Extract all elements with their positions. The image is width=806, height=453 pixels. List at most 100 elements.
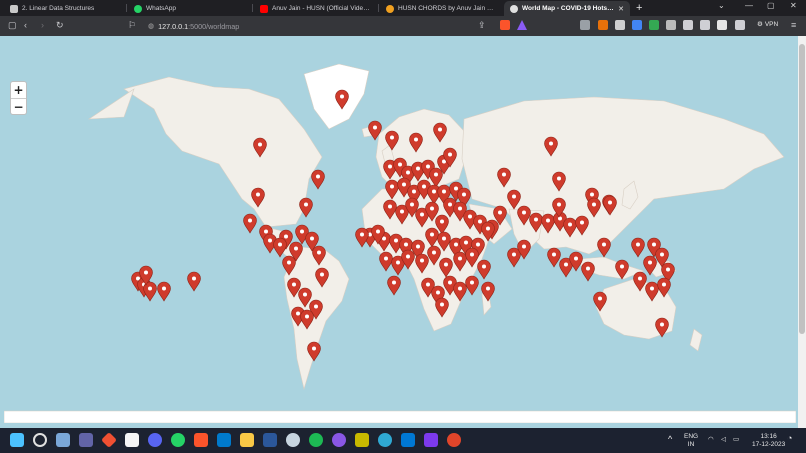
hotspot-marker[interactable] [453,281,467,302]
brave-shields-icon[interactable] [500,20,510,30]
hotspot-marker[interactable] [645,281,659,302]
battery-icon[interactable]: ▭ [733,436,739,444]
hotspot-marker[interactable] [507,189,521,210]
hotspot-marker[interactable] [335,89,349,110]
brave-icon[interactable] [194,433,208,447]
hotspot-marker[interactable] [631,237,645,258]
hotspot-marker[interactable] [282,255,296,276]
hotspot-marker[interactable] [633,271,647,292]
hotspot-marker[interactable] [587,197,601,218]
close-window-button[interactable]: ✕ [790,1,797,10]
new-tab-button[interactable]: + [636,2,642,14]
minimize-button[interactable]: — [745,1,753,10]
scrollbar[interactable] [798,36,806,428]
reload-icon[interactable]: ↻ [56,20,64,30]
share-icon[interactable]: ⇪ [478,20,486,30]
tray-chevron-icon[interactable]: ^ [668,435,672,444]
address-bar[interactable]: ◍ 127.0.0.1:5000/worldmap [142,19,526,33]
discord-icon[interactable] [148,433,162,447]
hotspot-marker[interactable] [311,169,325,190]
tab-whatsapp[interactable]: WhatsApp [128,1,250,16]
site-info-icon[interactable]: ◍ [148,22,154,30]
sidebar-icon[interactable] [717,20,727,30]
hotspot-marker[interactable] [439,257,453,278]
hotspot-marker[interactable] [425,227,439,248]
extension-icon[interactable] [580,20,590,30]
hotspot-marker[interactable] [465,247,479,268]
wifi-icon[interactable]: ◠ [708,436,714,444]
tab-husn-chords[interactable]: HUSN CHORDS by Anuv Jain @ Ultim [380,1,502,16]
hotspot-marker[interactable] [157,281,171,302]
hotspot-marker[interactable] [575,215,589,236]
notion-icon[interactable] [125,433,139,447]
extension-icon[interactable] [632,20,642,30]
zoom-out-button[interactable]: − [11,98,26,114]
settings-icon[interactable] [56,433,70,447]
zoom-in-button[interactable]: + [11,82,26,98]
menu-icon[interactable]: ≡ [791,20,796,30]
github-icon[interactable] [332,433,346,447]
hotspot-marker[interactable] [453,251,467,272]
git-icon[interactable] [101,432,117,448]
hotspot-marker[interactable] [547,247,561,268]
music-icon[interactable] [683,20,693,30]
wallet-icon[interactable] [735,20,745,30]
forward-icon[interactable]: › [41,20,44,30]
hotspot-marker[interactable] [409,132,423,153]
hotspot-marker[interactable] [187,271,201,292]
back-icon[interactable]: ‹ [24,20,27,30]
clock[interactable]: 13:16 17-12-2023 [752,433,785,448]
windows-icon[interactable] [10,433,24,447]
app-icon[interactable] [447,433,461,447]
vscode-icon[interactable] [217,433,231,447]
hotspot-marker[interactable] [655,317,669,338]
hotspot-marker[interactable] [465,275,479,296]
hotspot-marker[interactable] [433,122,447,143]
hotspot-marker[interactable] [251,187,265,208]
obsidian-icon[interactable] [424,433,438,447]
brave-rewards-icon[interactable] [517,20,527,30]
search-icon[interactable] [33,433,47,447]
hotspot-marker[interactable] [143,281,157,302]
hotspot-marker[interactable] [299,197,313,218]
hotspot-marker[interactable] [435,297,449,318]
hotspot-marker[interactable] [385,179,399,200]
extension-icon[interactable] [598,20,608,30]
scrollbar-thumb[interactable] [799,44,805,334]
hotspot-marker[interactable] [355,227,369,248]
hotspot-marker[interactable] [581,261,595,282]
hotspot-marker[interactable] [529,212,543,233]
hotspot-marker[interactable] [300,309,314,330]
extension-icon[interactable] [615,20,625,30]
extension-icon[interactable] [649,20,659,30]
hotspot-marker[interactable] [415,253,429,274]
hotspot-marker[interactable] [597,237,611,258]
hotspot-marker[interactable] [273,237,287,258]
sidebar-toggle-icon[interactable]: ▢ [8,20,17,30]
volume-icon[interactable]: ◁ [721,436,726,444]
hotspot-marker[interactable] [307,341,321,362]
hotspot-marker[interactable] [253,137,267,158]
file-explorer-icon[interactable] [240,433,254,447]
hotspot-marker[interactable] [427,245,441,266]
hotspot-marker[interactable] [385,130,399,151]
hotspot-marker[interactable] [541,213,555,234]
tab-youtube-husn[interactable]: Anuv Jain - HUSN (Official Video) - Yo [254,1,376,16]
outlook-icon[interactable] [401,433,415,447]
hotspot-marker[interactable] [563,217,577,238]
whatsapp-icon[interactable] [171,433,185,447]
photos-icon[interactable] [355,433,369,447]
hotspot-marker[interactable] [243,213,257,234]
notification-icon[interactable]: ◔ [787,434,792,443]
hotspot-marker[interactable] [298,287,312,308]
hotspot-marker[interactable] [383,199,397,220]
hotspot-marker[interactable] [477,259,491,280]
vpn-button[interactable]: ⚙ VPN [757,20,778,29]
hotspot-marker[interactable] [615,259,629,280]
tab-search-icon[interactable]: ⌄ [718,1,725,10]
language-indicator[interactable]: ENG IN [684,433,698,448]
hotspot-marker[interactable] [429,167,443,188]
maximize-button[interactable]: ▢ [767,1,775,10]
hotspot-marker[interactable] [497,167,511,188]
extension-icon[interactable] [666,20,676,30]
